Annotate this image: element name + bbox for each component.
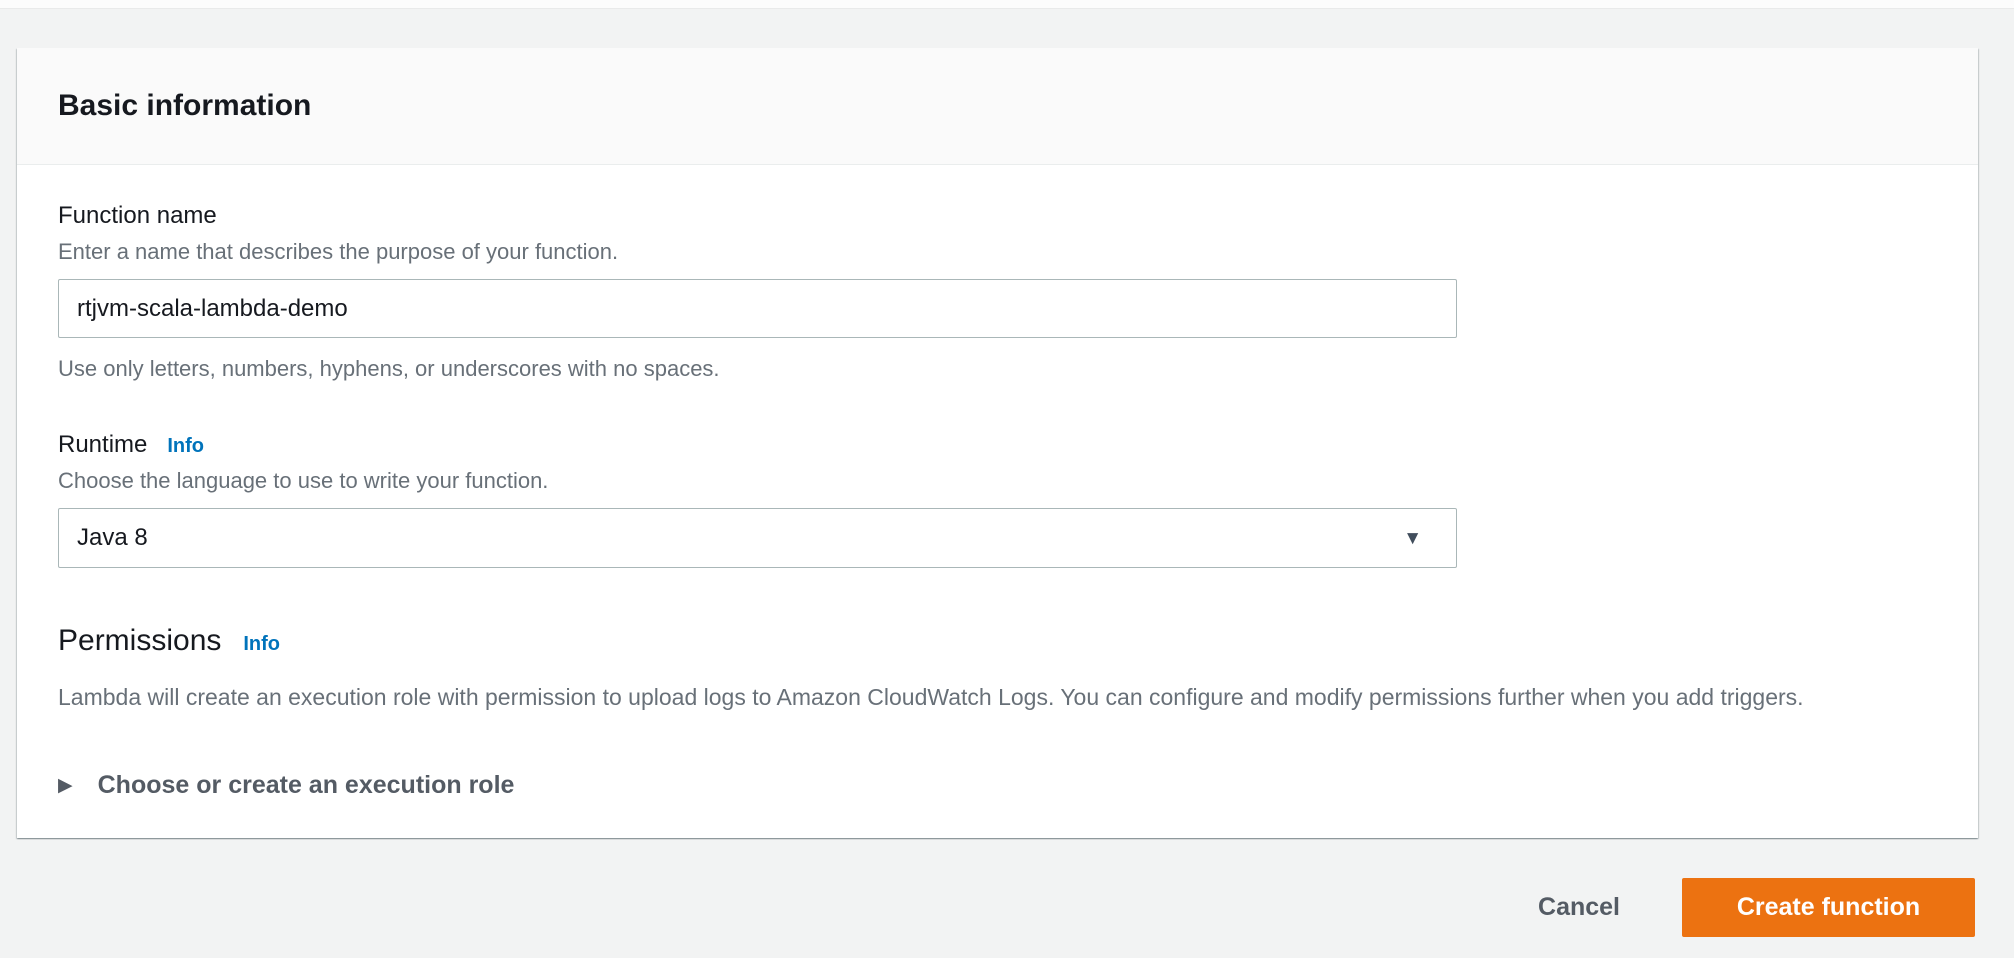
execution-role-expander[interactable]: ▶ Choose or create an execution role bbox=[58, 771, 1937, 800]
runtime-label-text: Runtime bbox=[58, 431, 147, 459]
permissions-heading-text: Permissions bbox=[58, 624, 221, 658]
function-name-input[interactable] bbox=[58, 279, 1457, 338]
basic-information-panel: Basic information Function name Enter a … bbox=[17, 48, 1978, 838]
panel-title: Basic information bbox=[58, 89, 311, 123]
permissions-info-link[interactable]: Info bbox=[243, 633, 280, 656]
cancel-button[interactable]: Cancel bbox=[1538, 893, 1620, 922]
runtime-description: Choose the language to use to write your… bbox=[58, 468, 1937, 494]
permissions-description: Lambda will create an execution role wit… bbox=[58, 684, 1937, 711]
permissions-heading: Permissions Info bbox=[58, 624, 1937, 658]
function-name-description: Enter a name that describes the purpose … bbox=[58, 239, 1937, 265]
function-name-field: Function name Enter a name that describe… bbox=[58, 202, 1937, 382]
runtime-select[interactable]: Java 8 ▼ bbox=[58, 508, 1457, 568]
runtime-info-link[interactable]: Info bbox=[167, 435, 204, 458]
function-name-label-text: Function name bbox=[58, 202, 217, 230]
panel-body: Function name Enter a name that describe… bbox=[17, 165, 1978, 800]
runtime-label: Runtime Info bbox=[58, 431, 1937, 459]
footer-actions: Cancel Create function bbox=[1538, 878, 1975, 937]
runtime-field: Runtime Info Choose the language to use … bbox=[58, 431, 1937, 568]
function-name-label: Function name bbox=[58, 202, 1937, 230]
runtime-selected-value: Java 8 bbox=[77, 524, 148, 552]
panel-header: Basic information bbox=[17, 48, 1978, 165]
permissions-section: Permissions Info Lambda will create an e… bbox=[58, 624, 1937, 800]
create-function-button[interactable]: Create function bbox=[1682, 878, 1975, 937]
page-top-strip bbox=[0, 0, 2014, 9]
chevron-down-icon: ▼ bbox=[1403, 529, 1422, 548]
function-name-hint: Use only letters, numbers, hyphens, or u… bbox=[58, 356, 1937, 382]
execution-role-expander-label: Choose or create an execution role bbox=[98, 771, 515, 800]
caret-right-icon: ▶ bbox=[58, 776, 73, 795]
